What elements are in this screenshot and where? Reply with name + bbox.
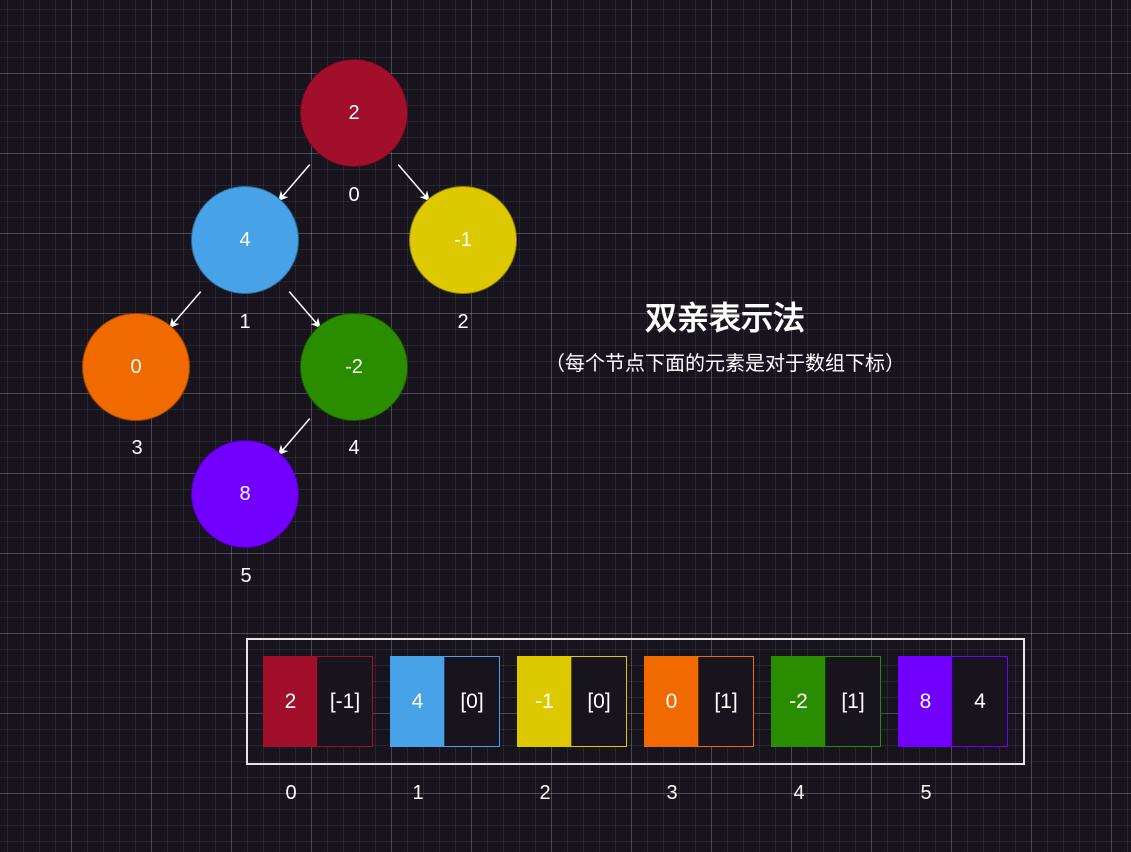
array-cell-4: -2 [1]: [771, 656, 881, 747]
node-value: 8: [239, 482, 251, 505]
array-cell-parent: [0]: [572, 657, 626, 746]
tree-node-2: -1: [409, 186, 517, 294]
array-cell-0: 2 [-1]: [263, 656, 373, 747]
node-value: 2: [348, 101, 360, 124]
tree-node-3: 0: [82, 313, 190, 421]
array-cell-parent: [0]: [445, 657, 499, 746]
array-cell-1: 4 [0]: [390, 656, 500, 747]
node-index-label: 2: [457, 311, 469, 333]
array-index-label: 3: [666, 782, 678, 804]
tree-node-1: 4: [191, 186, 299, 294]
tree-node-4: -2: [300, 313, 408, 421]
array-index-label: 2: [539, 782, 551, 804]
tree-edge-4-5: [278, 418, 311, 456]
node-value: 0: [130, 355, 142, 378]
node-index-label: 0: [348, 184, 360, 206]
tree-edge-0-2: [397, 164, 430, 202]
array-cell-parent: [1]: [826, 657, 880, 746]
array-index-label: 4: [793, 782, 805, 804]
node-index-label: 4: [348, 437, 360, 459]
array-index-label: 5: [920, 782, 932, 804]
array-cell-value: 4: [391, 657, 445, 746]
tree-edge-1-3: [169, 291, 202, 329]
tree-node-5: 8: [191, 440, 299, 548]
array-cell-5: 8 4: [898, 656, 1008, 747]
node-index-label: 5: [240, 565, 252, 587]
diagram-title: 双亲表示法: [644, 299, 805, 337]
array-cell-value: 8: [899, 657, 953, 746]
array-cell-2: -1 [0]: [517, 656, 627, 747]
array-cell-parent: [1]: [699, 657, 753, 746]
node-index-label: 3: [131, 437, 143, 459]
array-index-label: 1: [412, 782, 424, 804]
array-cell-parent: 4: [953, 657, 1007, 746]
array-index-label: 0: [285, 782, 297, 804]
array-cell-parent: [-1]: [318, 657, 372, 746]
tree-edge-0-1: [278, 164, 311, 202]
node-value: 4: [239, 228, 251, 251]
array-cell-value: 2: [264, 657, 318, 746]
node-value: -1: [454, 228, 472, 251]
tree-node-0: 2: [300, 59, 408, 167]
array-cell-value: 0: [645, 657, 699, 746]
array-cell-3: 0 [1]: [644, 656, 754, 747]
node-index-label: 1: [239, 311, 251, 333]
node-value: -2: [345, 355, 363, 378]
diagram-subtitle: （每个节点下面的元素是对于数组下标）: [545, 351, 905, 375]
tree-edge-1-4: [288, 291, 321, 329]
array-cell-value: -1: [518, 657, 572, 746]
array-cell-value: -2: [772, 657, 826, 746]
